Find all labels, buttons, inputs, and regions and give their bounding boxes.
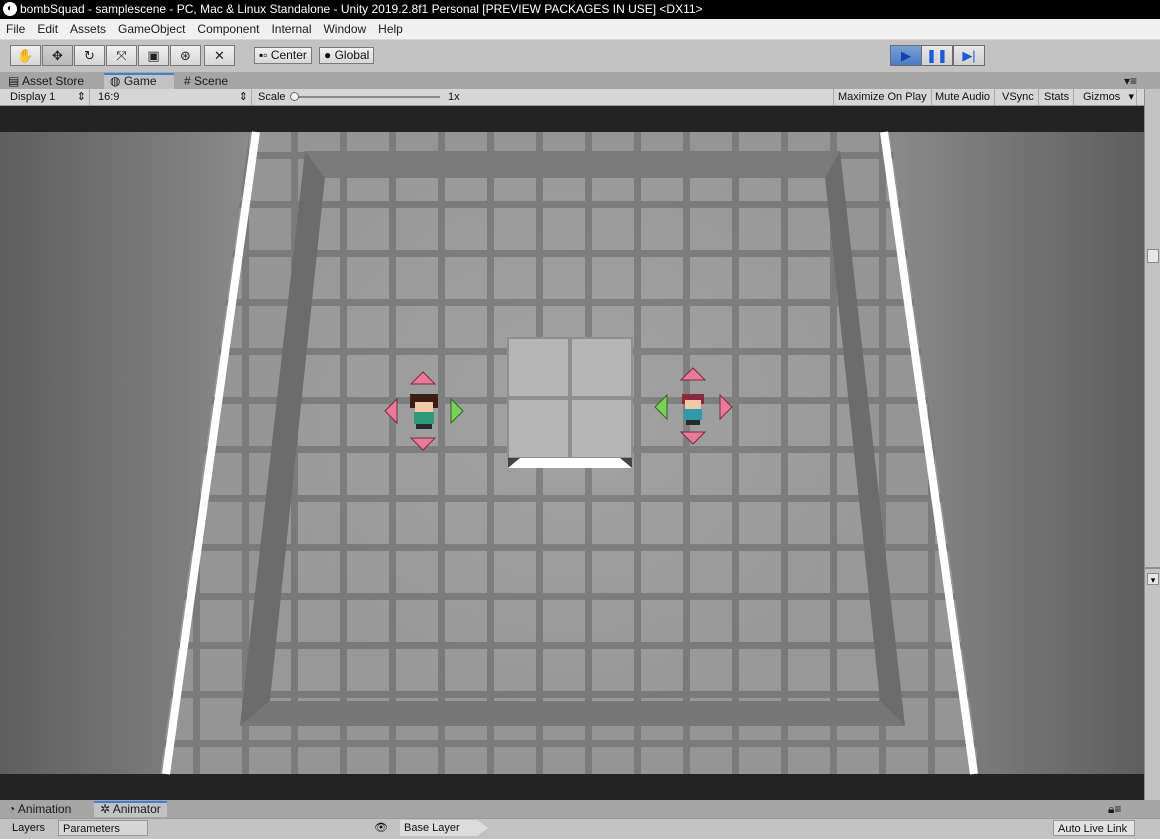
- mute-audio-toggle[interactable]: Mute Audio: [931, 89, 996, 105]
- pause-icon: ❚❚: [926, 47, 948, 63]
- animator-icon: ✲: [100, 802, 113, 816]
- display-dropdown[interactable]: Display 1 ⇕: [6, 89, 90, 105]
- menu-help[interactable]: Help: [372, 19, 409, 40]
- scale-slider-handle[interactable]: [290, 92, 299, 101]
- rect-tool-button[interactable]: ▣: [138, 45, 169, 66]
- stats-toggle[interactable]: Stats: [1040, 89, 1075, 105]
- transform-tool-button[interactable]: ⊛: [170, 45, 201, 66]
- store-icon: ▤: [8, 74, 23, 88]
- scale-control: Scale 1x: [258, 91, 460, 103]
- kebab-icon: ▾≡: [1124, 74, 1138, 88]
- unity-logo-icon: ◐: [3, 2, 17, 16]
- play-button[interactable]: ▶: [890, 45, 922, 66]
- south-wall: [240, 701, 905, 726]
- auto-live-link-toggle[interactable]: Auto Live Link: [1053, 820, 1135, 836]
- bottom-letterbox: [0, 774, 1144, 800]
- menu-file[interactable]: File: [0, 19, 31, 40]
- right-panel-edge: ▾: [1144, 89, 1160, 800]
- play-icon: ▶: [901, 47, 911, 63]
- game-render: [0, 106, 1144, 800]
- dropdown-arrow-icon: ▾: [1128, 91, 1134, 103]
- vsync-toggle[interactable]: VSync: [998, 89, 1039, 105]
- north-wall: [305, 151, 840, 178]
- menu-bar: File Edit Assets GameObject Component Interna…: [0, 19, 1160, 40]
- scale-icon: ⤧: [116, 47, 127, 63]
- game-view[interactable]: [0, 106, 1144, 800]
- menu-gameobject[interactable]: GameObject: [112, 19, 191, 40]
- panel-scroll-thumb[interactable]: [1147, 249, 1159, 263]
- menu-assets[interactable]: Assets: [64, 19, 112, 40]
- tab-scene[interactable]: # Scene: [178, 73, 234, 89]
- grid-icon: #: [184, 74, 195, 88]
- window-tab-row: ▤ Asset Store ◍ Game # Scene ▾≡: [0, 72, 1160, 89]
- pivot-icon: ▪▫: [259, 48, 271, 62]
- menu-component[interactable]: Component: [191, 19, 265, 40]
- menu-internal[interactable]: Internal: [265, 19, 317, 40]
- gizmos-dropdown[interactable]: Gizmos ▾: [1079, 89, 1137, 105]
- hand-tool-button[interactable]: ✋: [10, 45, 41, 66]
- bottom-tab-row: ◔ Animation ✲ Animator 🔒︎≡: [0, 800, 1160, 818]
- scale-slider-track[interactable]: [292, 96, 440, 98]
- panel-divider: [1145, 567, 1160, 569]
- menu-edit[interactable]: Edit: [31, 19, 64, 40]
- game-icon: ◍: [110, 74, 124, 88]
- rotate-icon: ↻: [84, 47, 95, 63]
- center-block: [507, 337, 633, 468]
- panel-collapse-icon[interactable]: ▾: [1147, 573, 1159, 585]
- globe-icon: ●: [324, 48, 335, 62]
- aspect-dropdown[interactable]: 16:9 ⇕: [94, 89, 252, 105]
- main-toolbar: ✋ ✥ ↻ ⤧ ▣ ⊛ ✕ ▪▫ Center ● Global ▶ ❚❚ ▶|: [0, 40, 1160, 72]
- clock-icon: ◔: [8, 802, 18, 816]
- maximize-on-play-toggle[interactable]: Maximize On Play: [833, 89, 932, 105]
- breadcrumb-base-layer[interactable]: Base Layer: [400, 820, 488, 836]
- dropdown-arrow-icon: ⇕: [238, 91, 248, 103]
- space-global-button[interactable]: ● Global: [319, 47, 375, 64]
- lock-icon[interactable]: 🔒︎≡: [1102, 801, 1127, 817]
- pause-button[interactable]: ❚❚: [921, 45, 953, 66]
- scale-tool-button[interactable]: ⤧: [106, 45, 137, 66]
- rotate-tool-button[interactable]: ↻: [74, 45, 105, 66]
- transform-icon: ⊛: [180, 47, 191, 63]
- tab-animation[interactable]: ◔ Animation: [2, 801, 77, 817]
- animator-toolbar: Layers Parameters 👁 Base Layer Auto Live…: [0, 818, 1160, 839]
- dropdown-arrow-icon: ⇕: [76, 91, 86, 103]
- tab-game[interactable]: ◍ Game: [104, 73, 174, 89]
- tab-asset-store[interactable]: ▤ Asset Store: [2, 73, 90, 89]
- rect-icon: ▣: [147, 47, 160, 63]
- tools-icon: ✕: [214, 47, 225, 63]
- menu-window[interactable]: Window: [317, 19, 372, 40]
- custom-tool-button[interactable]: ✕: [204, 45, 235, 66]
- hand-icon: ✋: [17, 47, 34, 63]
- step-icon: ▶|: [962, 47, 976, 63]
- pivot-center-button[interactable]: ▪▫ Center: [254, 47, 312, 64]
- eye-icon[interactable]: 👁: [370, 820, 392, 836]
- move-tool-button[interactable]: ✥: [42, 45, 73, 66]
- step-button[interactable]: ▶|: [953, 45, 985, 66]
- top-letterbox: [0, 106, 1144, 132]
- window-title: bombSquad - samplescene - PC, Mac & Linu…: [20, 2, 703, 16]
- tab-animator[interactable]: ✲ Animator: [94, 801, 167, 817]
- move-icon: ✥: [52, 47, 63, 63]
- layers-tab[interactable]: Layers: [8, 820, 49, 836]
- tab-menu-button[interactable]: ▾≡: [1118, 73, 1143, 89]
- parameters-tab[interactable]: Parameters: [58, 820, 148, 836]
- game-view-toolbar: Display 1 ⇕ 16:9 ⇕ Scale 1x Maximize On Pl…: [0, 89, 1144, 106]
- window-title-bar: ◐ bombSquad - samplescene - PC, Mac & Li…: [0, 0, 1160, 19]
